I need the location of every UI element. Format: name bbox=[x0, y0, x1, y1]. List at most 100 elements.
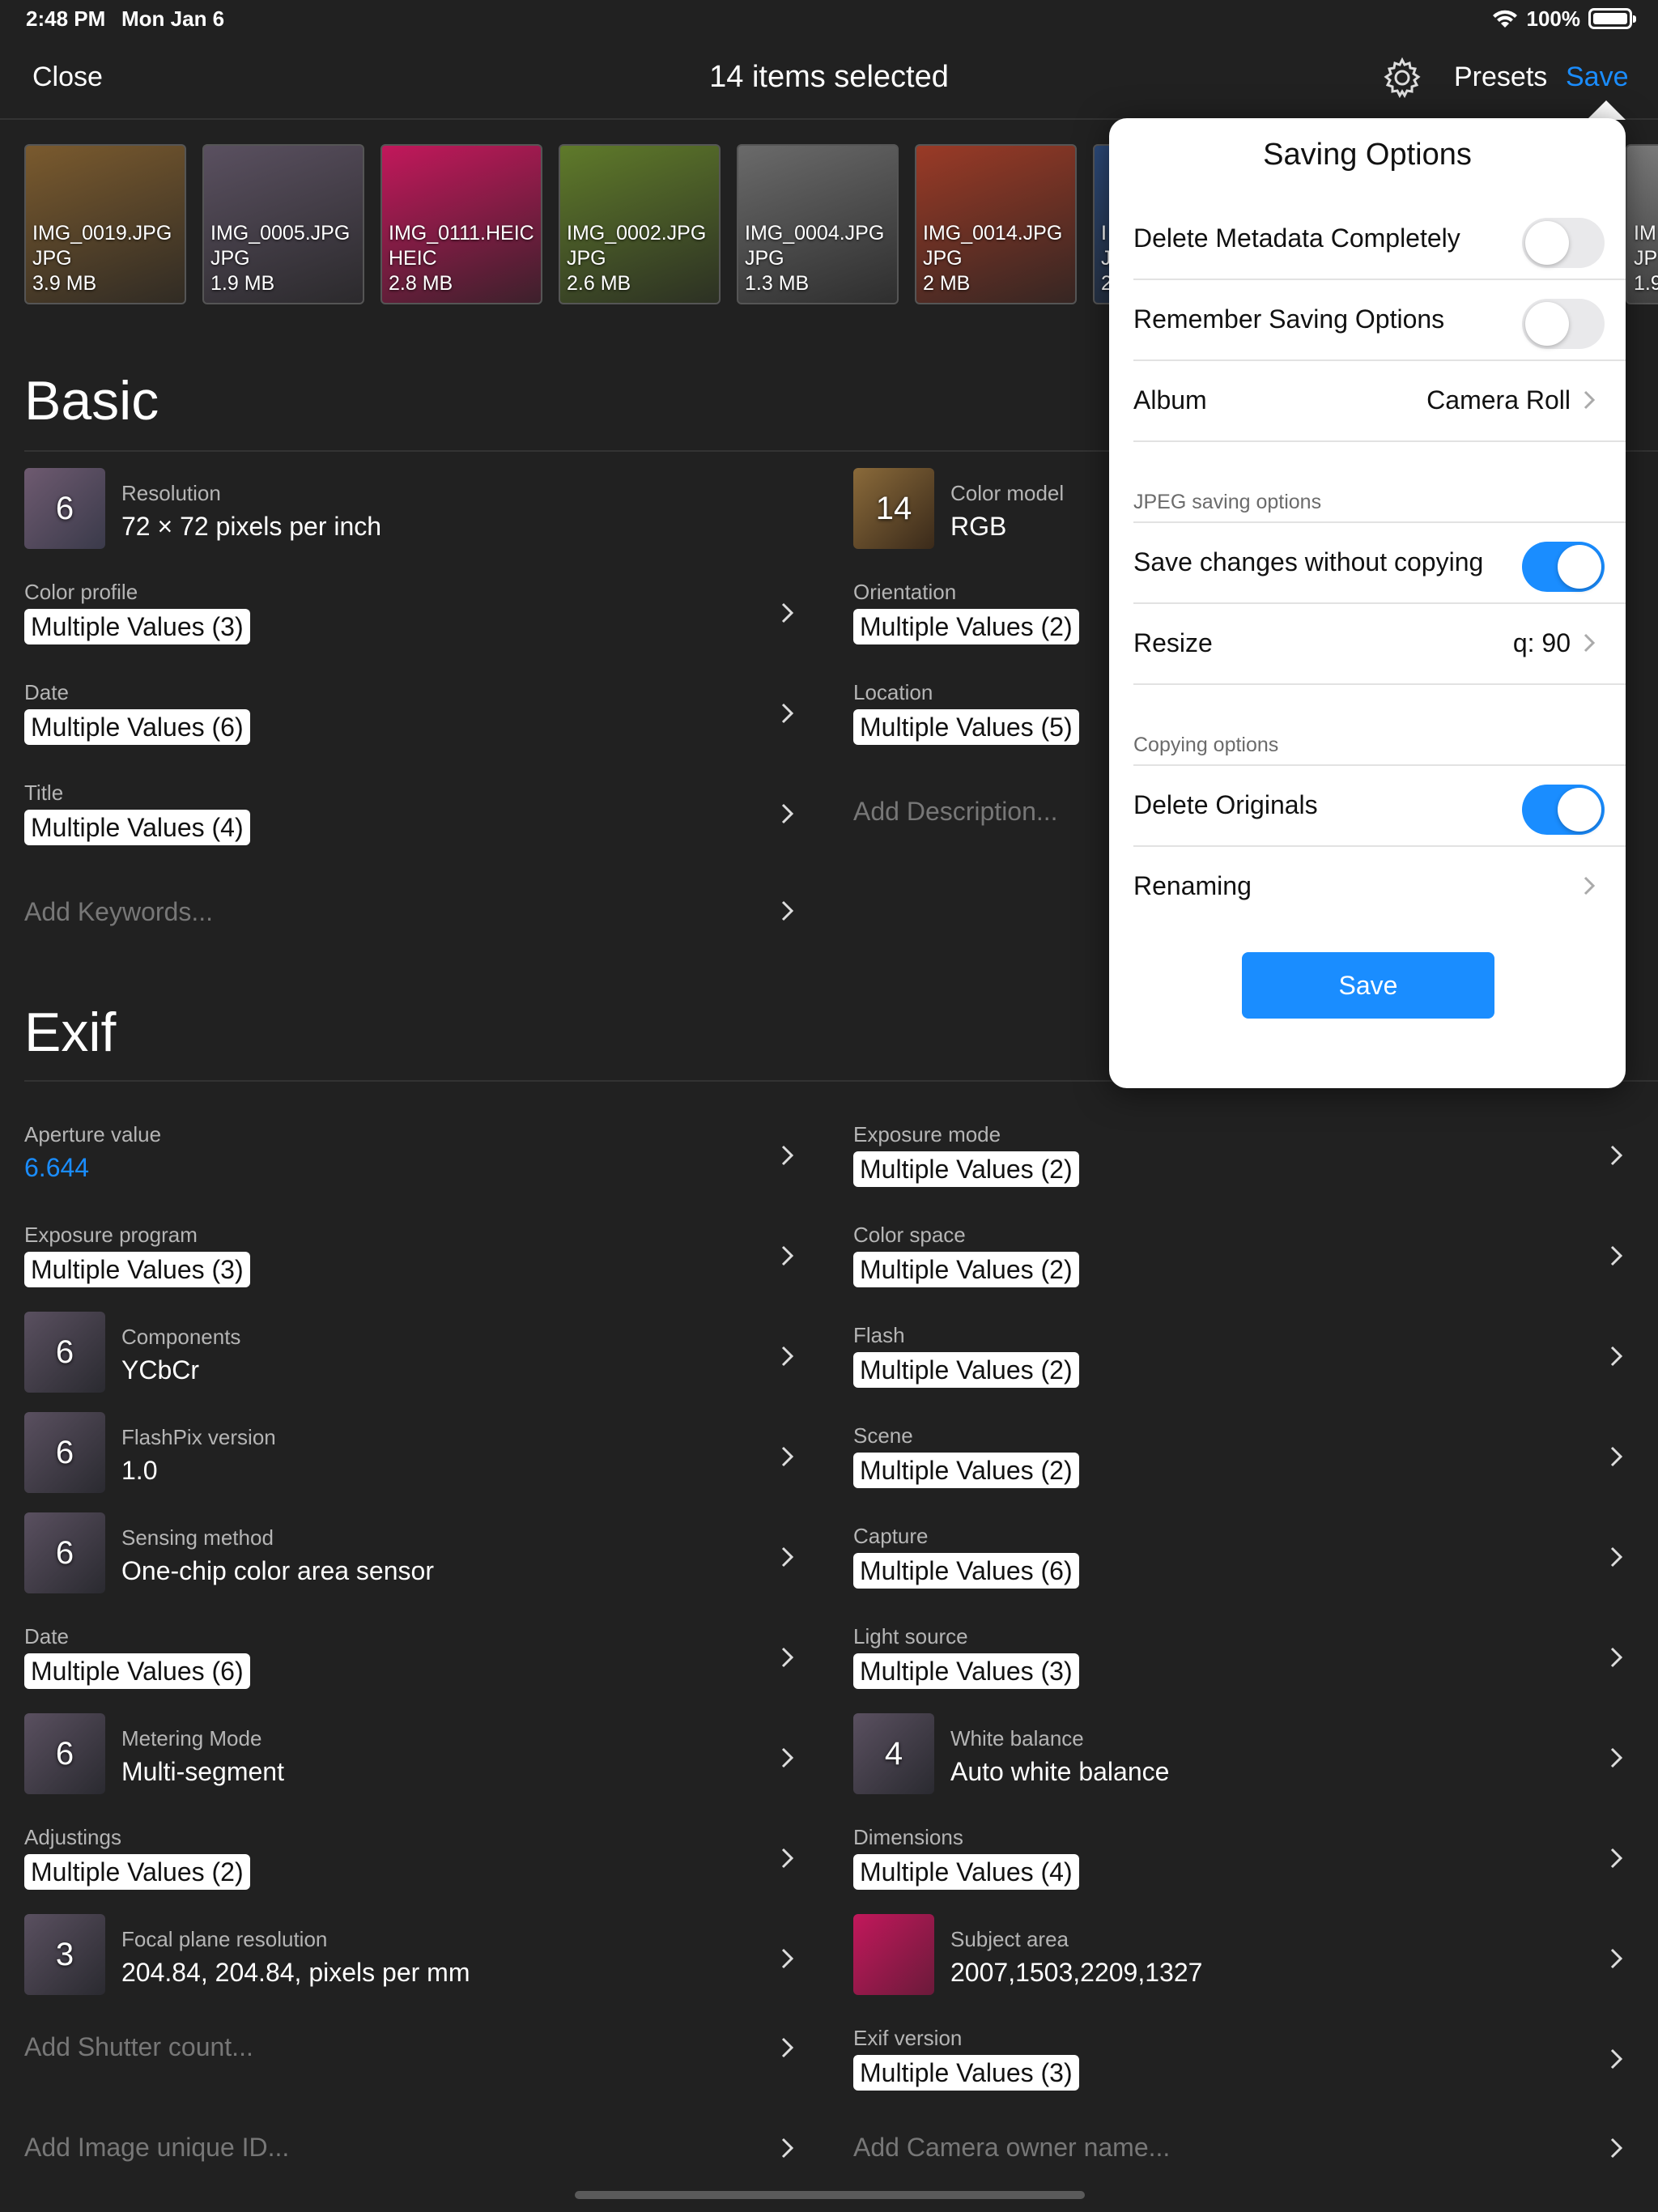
save-button[interactable]: Save bbox=[1566, 62, 1629, 93]
field-exposure-program[interactable]: Exposure program Multiple Values (3) bbox=[24, 1211, 801, 1300]
home-indicator bbox=[575, 2191, 1085, 2199]
delete-originals-toggle[interactable] bbox=[1522, 785, 1605, 835]
field-white-balance[interactable]: 4 White balance Auto white balance bbox=[853, 1713, 1630, 1802]
popover-save-button[interactable]: Save bbox=[1242, 952, 1494, 1019]
add-description-field[interactable]: Add Description... bbox=[853, 793, 1112, 834]
row-value: Camera Roll bbox=[1426, 385, 1571, 415]
field-sensing[interactable]: 6 Sensing method One-chip color area senso… bbox=[24, 1512, 801, 1602]
field-add-shutter[interactable]: Add Shutter count... bbox=[24, 2014, 801, 2104]
field-value: 204.84, 204.84, pixels per mm bbox=[121, 1958, 470, 1987]
field-subject-area[interactable]: Subject area 2007,1503,2209,1327 bbox=[853, 1914, 1630, 2003]
field-label: Focal plane resolution bbox=[121, 1927, 328, 1951]
field-label: White balance bbox=[950, 1726, 1084, 1750]
field-location[interactable]: Location Multiple Values (5) bbox=[853, 680, 1112, 769]
field-date[interactable]: Date Multiple Values (6) bbox=[24, 680, 801, 769]
chevron-right-icon bbox=[1608, 1143, 1626, 1168]
field-value: 6.644 bbox=[24, 1153, 90, 1182]
chevron-right-icon bbox=[779, 1946, 797, 1971]
photo-thumbnail[interactable]: IMG_0111.HEIC HEIC 2.8 MB bbox=[380, 144, 542, 304]
row-label: Delete Metadata Completely bbox=[1133, 223, 1460, 253]
multiple-values-pill: Multiple Values (2) bbox=[853, 609, 1079, 644]
save-without-copy-toggle[interactable] bbox=[1522, 542, 1605, 592]
remember-options-toggle[interactable] bbox=[1522, 299, 1605, 349]
status-date: Mon Jan 6 bbox=[121, 6, 225, 31]
field-color-space[interactable]: Color space Multiple Values (2) bbox=[853, 1211, 1630, 1300]
badge-count: 6 bbox=[55, 1434, 74, 1470]
field-label: Components bbox=[121, 1325, 241, 1349]
row-label: Renaming bbox=[1133, 871, 1252, 900]
photo-thumbnail[interactable]: IMG_0002.JPG JPG 2.6 MB bbox=[559, 144, 721, 304]
field-label: Dimensions bbox=[853, 1825, 963, 1849]
section-title-exif: Exif bbox=[24, 1002, 117, 1063]
row-label: Delete Originals bbox=[1133, 790, 1318, 819]
field-value: YCbCr bbox=[121, 1355, 200, 1385]
presets-button[interactable]: Presets bbox=[1454, 62, 1547, 93]
field-scene[interactable]: Scene Multiple Values (2) bbox=[853, 1412, 1630, 1501]
field-exposure-mode[interactable]: Exposure mode Multiple Values (2) bbox=[853, 1111, 1630, 1200]
multiple-values-pill: Multiple Values (3) bbox=[24, 609, 250, 644]
chevron-right-icon bbox=[779, 1344, 797, 1368]
field-focal-plane[interactable]: 3 Focal plane resolution 204.84, 204.84, p… bbox=[24, 1914, 801, 2003]
field-placeholder: Add Image unique ID... bbox=[24, 2133, 290, 2162]
nav-bar: Close 14 items selected Presets Save bbox=[0, 37, 1658, 120]
field-label: Light source bbox=[853, 1624, 968, 1648]
thumbnail-name: IMG_0019.JPG bbox=[32, 222, 172, 245]
album-row[interactable]: Album Camera Roll bbox=[1133, 361, 1626, 442]
multiple-values-pill: Multiple Values (3) bbox=[853, 2055, 1079, 2091]
field-date[interactable]: Date Multiple Values (6) bbox=[24, 1613, 801, 1702]
thumbnail-caption: IMG_0005.JPG JPG 1.9 MB bbox=[210, 221, 359, 296]
field-flash[interactable]: Flash Multiple Values (2) bbox=[853, 1312, 1630, 1401]
field-aperture[interactable]: Aperture value 6.644 bbox=[24, 1111, 801, 1200]
field-color-profile[interactable]: Color profile Multiple Values (3) bbox=[24, 580, 801, 669]
field-label: Scene bbox=[853, 1423, 913, 1448]
photo-thumbnail[interactable]: IMG_0019.JPG JPG 3.9 MB bbox=[24, 144, 186, 304]
field-resolution[interactable]: 6 Resolution 72 × 72 pixels per inch bbox=[24, 468, 810, 557]
field-adjustings[interactable]: Adjustings Multiple Values (2) bbox=[24, 1814, 801, 1903]
thumbnail-name: IMG_0005.JPG bbox=[210, 222, 351, 245]
field-title[interactable]: Title Multiple Values (4) bbox=[24, 781, 801, 870]
resize-row[interactable]: Resize q: 90 bbox=[1133, 604, 1626, 685]
thumbnail-type: JPG bbox=[32, 247, 72, 270]
status-indicators: 100% bbox=[1491, 5, 1636, 32]
field-flashpix[interactable]: 6 FlashPix version 1.0 bbox=[24, 1412, 801, 1501]
photo-thumbnail[interactable]: IMJP1.9 bbox=[1626, 144, 1658, 304]
field-light-source[interactable]: Light source Multiple Values (3) bbox=[853, 1613, 1630, 1702]
field-orientation[interactable]: Orientation Multiple Values (2) bbox=[853, 580, 1112, 669]
thumbnail-type: JPG bbox=[745, 247, 784, 270]
renaming-row[interactable]: Renaming bbox=[1133, 847, 1626, 928]
field-dimensions[interactable]: Dimensions Multiple Values (4) bbox=[853, 1814, 1630, 1903]
delete-metadata-row: Delete Metadata Completely bbox=[1133, 199, 1626, 280]
chevron-right-icon bbox=[779, 2035, 797, 2060]
add-keywords-field[interactable]: Add Keywords... bbox=[24, 894, 801, 934]
field-color-model[interactable]: 14 Color model RGB bbox=[853, 468, 1096, 557]
thumbnail-caption: IMG_0004.JPG JPG 1.3 MB bbox=[745, 221, 894, 296]
multiple-values-pill: Multiple Values (2) bbox=[853, 1252, 1079, 1287]
field-label: Resolution bbox=[121, 481, 221, 505]
chevron-right-icon bbox=[1608, 2047, 1626, 2071]
field-value: One-chip color area sensor bbox=[121, 1556, 434, 1585]
photo-thumbnail[interactable]: IMG_0005.JPG JPG 1.9 MB bbox=[202, 144, 364, 304]
field-label: Metering Mode bbox=[121, 1726, 262, 1750]
thumbnail-badge: 3 bbox=[24, 1914, 105, 1995]
row-label: Album bbox=[1133, 385, 1207, 415]
photo-thumbnail[interactable]: IMG_0004.JPG JPG 1.3 MB bbox=[737, 144, 899, 304]
multiple-values-pill: Multiple Values (4) bbox=[24, 810, 250, 845]
field-metering[interactable]: 6 Metering Mode Multi-segment bbox=[24, 1713, 801, 1802]
chevron-right-icon bbox=[779, 1545, 797, 1569]
field-value: 72 × 72 pixels per inch bbox=[121, 512, 382, 541]
multiple-values-pill: Multiple Values (2) bbox=[24, 1854, 250, 1890]
field-label: Adjustings bbox=[24, 1825, 121, 1849]
chevron-right-icon bbox=[1608, 1746, 1626, 1770]
thumbnail-name: IMG_0111.HEIC bbox=[389, 222, 534, 245]
delete-metadata-toggle[interactable] bbox=[1522, 218, 1605, 268]
photo-thumbnail[interactable]: IMG_0014.JPG JPG 2 MB bbox=[915, 144, 1077, 304]
thumbnail-badge bbox=[853, 1914, 934, 1995]
field-exif-version[interactable]: Exif version Multiple Values (3) bbox=[853, 2014, 1630, 2104]
multiple-values-pill: Multiple Values (3) bbox=[853, 1653, 1079, 1689]
field-capture[interactable]: Capture Multiple Values (6) bbox=[853, 1512, 1630, 1602]
field-label: Location bbox=[853, 680, 933, 704]
gear-icon[interactable] bbox=[1381, 57, 1423, 99]
field-label: Color profile bbox=[24, 580, 138, 604]
field-value: 2007,1503,2209,1327 bbox=[950, 1958, 1203, 1987]
field-components[interactable]: 6 Components YCbCr bbox=[24, 1312, 801, 1401]
